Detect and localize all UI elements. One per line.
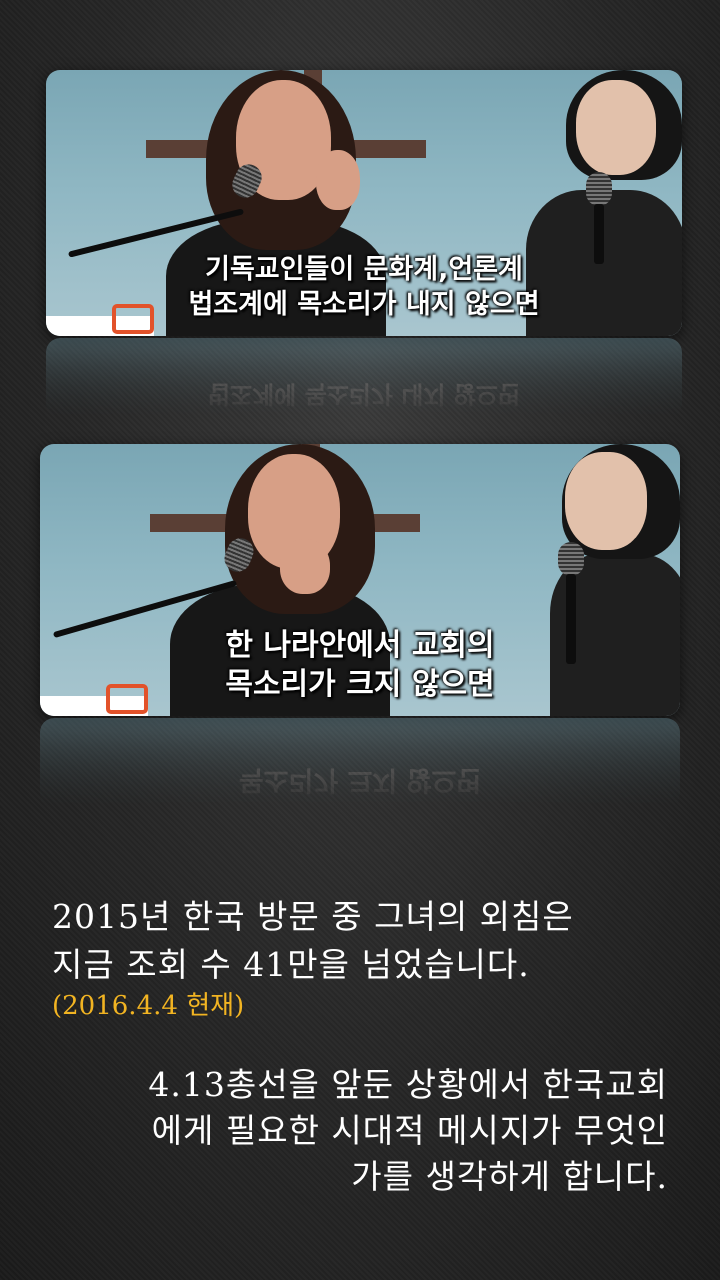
interpreter-face xyxy=(576,80,656,175)
reflection-1: 법조계에 목소리가 내지 않으면 xyxy=(46,338,682,418)
interpreter-microphone xyxy=(558,542,584,576)
caption-line: 4.13총선을 앞둔 상황에서 한국교회 xyxy=(148,1065,668,1104)
subtitle-line: 한 나라안에서 교회의 xyxy=(225,628,495,663)
reflection-text: 목소리가 크지 않으면 xyxy=(238,764,482,795)
caption-line: 지금 조회 수 41만을 넘었습니다. xyxy=(52,945,530,984)
speaker-hand xyxy=(280,539,330,594)
reflection-text: 법조계에 목소리가 내지 않으면 xyxy=(207,380,521,408)
caption-line: 가를 생각하게 합니다. xyxy=(351,1157,668,1196)
caption-intro: 2015년 한국 방문 중 그녀의 외침은 지금 조회 수 41만을 넘었습니다… xyxy=(52,893,574,989)
subtitle-line: 기독교인들이 문화계,언론계 xyxy=(205,254,523,285)
reflection-2: 목소리가 크지 않으면 xyxy=(40,718,680,808)
caption-line: 에게 필요한 시대적 메시지가 무엇인 xyxy=(151,1111,668,1150)
date-note: (2016.4.4 현재) xyxy=(52,991,245,1021)
video-still-2: 한 나라안에서 교회의 목소리가 크지 않으면 xyxy=(40,444,680,716)
caption-paragraph: 4.13총선을 앞둔 상황에서 한국교회 에게 필요한 시대적 메시지가 무엇인… xyxy=(58,1062,668,1200)
video-still-1: 기독교인들이 문화계,언론계 법조계에 목소리가 내지 않으면 xyxy=(46,70,682,336)
broadcaster-logo-icon xyxy=(106,684,148,714)
broadcaster-logo-icon xyxy=(112,304,154,334)
speaker-hand xyxy=(316,150,360,210)
interpreter-microphone xyxy=(586,172,612,206)
caption-line: 2015년 한국 방문 중 그녀의 외침은 xyxy=(52,897,574,936)
interpreter-face xyxy=(565,452,647,550)
